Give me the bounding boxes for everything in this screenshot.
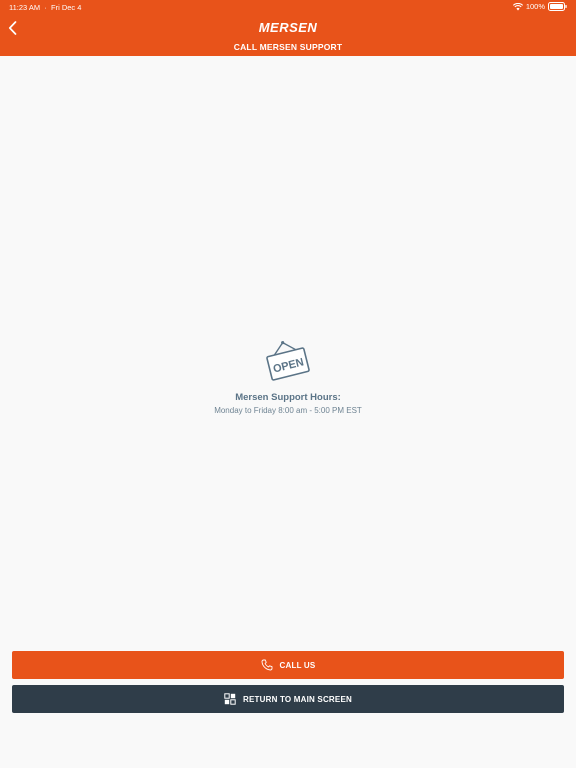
phone-icon	[261, 659, 272, 671]
chevron-left-icon	[8, 21, 16, 35]
return-main-screen-label: RETURN TO MAIN SCREEN	[243, 694, 352, 704]
return-main-screen-button[interactable]: RETURN TO MAIN SCREEN	[12, 685, 564, 713]
support-hours-title: Mersen Support Hours:	[235, 392, 341, 403]
app-header: 11:23 AM · Fri Dec 4 100% Mersen CALL ME…	[0, 0, 576, 56]
mersen-logo: Mersen	[238, 16, 338, 38]
call-us-button[interactable]: CALL US	[12, 651, 564, 679]
page-title: CALL MERSEN SUPPORT	[233, 42, 343, 52]
status-time-text: 11:23 AM	[9, 3, 41, 12]
status-bar: 11:23 AM · Fri Dec 4 100%	[0, 0, 576, 14]
status-time: 11:23 AM · Fri Dec 4	[9, 3, 81, 12]
grid-icon	[224, 693, 236, 705]
status-indicators: 100%	[512, 2, 567, 11]
back-button[interactable]	[4, 18, 20, 38]
main-content: OPEN Mersen Support Hours: Monday to Fri…	[0, 56, 576, 768]
wifi-icon	[512, 2, 523, 10]
call-us-label: CALL US	[279, 660, 316, 670]
open-sign-icon: OPEN	[266, 341, 310, 381]
status-date-text: Fri Dec 4	[51, 3, 82, 12]
battery-icon	[548, 2, 567, 11]
support-hours-text: Monday to Friday 8:00 am - 5:00 PM EST	[214, 406, 362, 415]
logo-text: Mersen	[258, 19, 318, 35]
status-separator: ·	[42, 3, 49, 12]
battery-percent: 100%	[525, 2, 545, 11]
